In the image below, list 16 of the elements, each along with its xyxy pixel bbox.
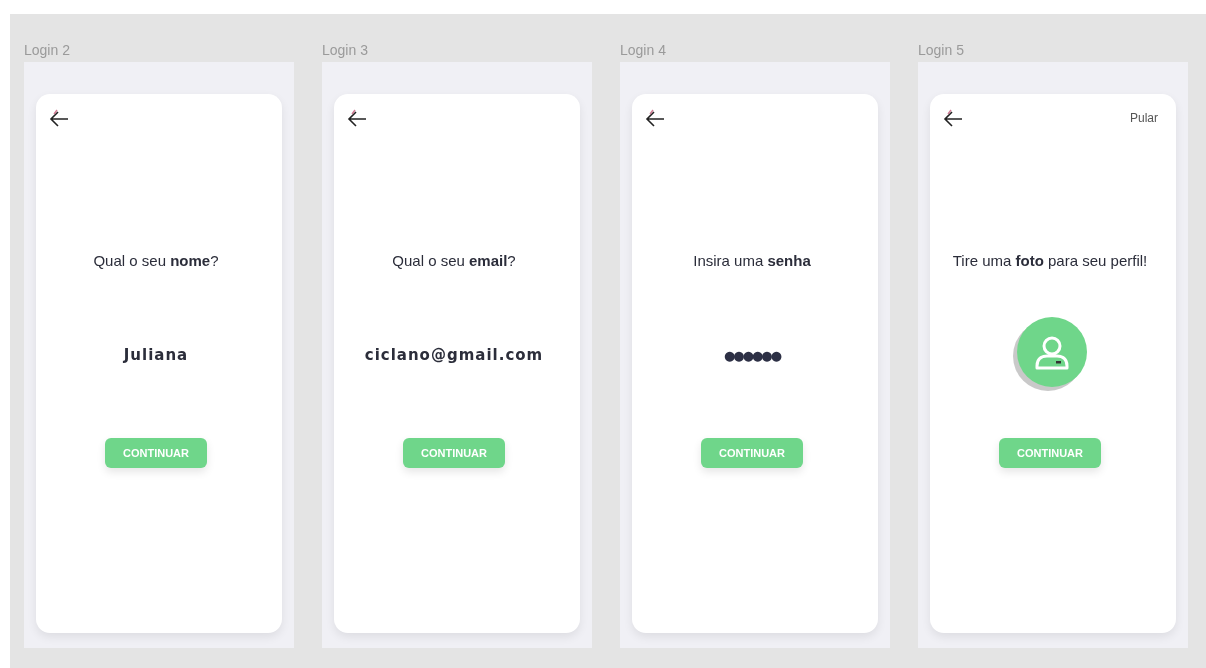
question-text: Tire uma foto para seu perfil! (952, 252, 1148, 271)
back-arrow-icon[interactable] (644, 109, 666, 127)
input-value[interactable]: ciclano@gmail.com (364, 346, 544, 364)
frame-label: Login 2 (24, 41, 71, 60)
back-arrow-icon[interactable] (346, 109, 368, 127)
password-value[interactable]: ●●●●●● (723, 347, 781, 363)
frame-label: Login 4 (620, 41, 667, 60)
question-text: Insira uma senha (693, 252, 811, 271)
frame-label: Login 3 (322, 41, 369, 60)
skip-link[interactable]: Pular (1130, 111, 1158, 125)
frame-label: Login 5 (918, 41, 965, 60)
question-text: Qual o seu email? (392, 252, 516, 271)
input-value[interactable]: Juliana (123, 346, 189, 364)
question-text: Qual o seu nome? (93, 252, 219, 271)
back-arrow-icon[interactable] (48, 109, 70, 127)
back-arrow-icon[interactable] (942, 109, 964, 127)
